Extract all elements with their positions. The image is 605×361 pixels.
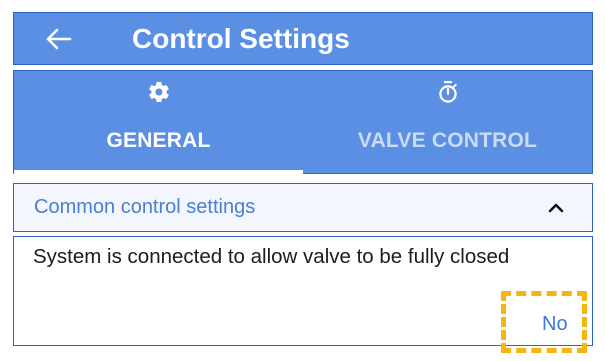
tab-bar: GENERAL VALVE CONTROL bbox=[13, 70, 593, 174]
section-header-common-control[interactable]: Common control settings bbox=[13, 183, 593, 232]
highlight-box bbox=[501, 291, 587, 353]
tab-label: VALVE CONTROL bbox=[357, 129, 538, 152]
chevron-up-icon[interactable] bbox=[544, 196, 568, 220]
app-bar: Control Settings bbox=[13, 12, 593, 65]
tab-selected-indicator bbox=[14, 170, 303, 174]
tab-label: GENERAL bbox=[106, 129, 211, 152]
back-arrow-icon[interactable] bbox=[40, 25, 76, 53]
setting-description: System is connected to allow valve to be… bbox=[33, 245, 510, 268]
stopwatch-icon bbox=[303, 80, 592, 108]
page-title: Control Settings bbox=[132, 23, 350, 54]
tab-valve-control[interactable]: VALVE CONTROL bbox=[303, 71, 592, 173]
tab-general[interactable]: GENERAL bbox=[14, 71, 303, 174]
gear-icon bbox=[14, 80, 303, 108]
section-title: Common control settings bbox=[34, 196, 256, 218]
